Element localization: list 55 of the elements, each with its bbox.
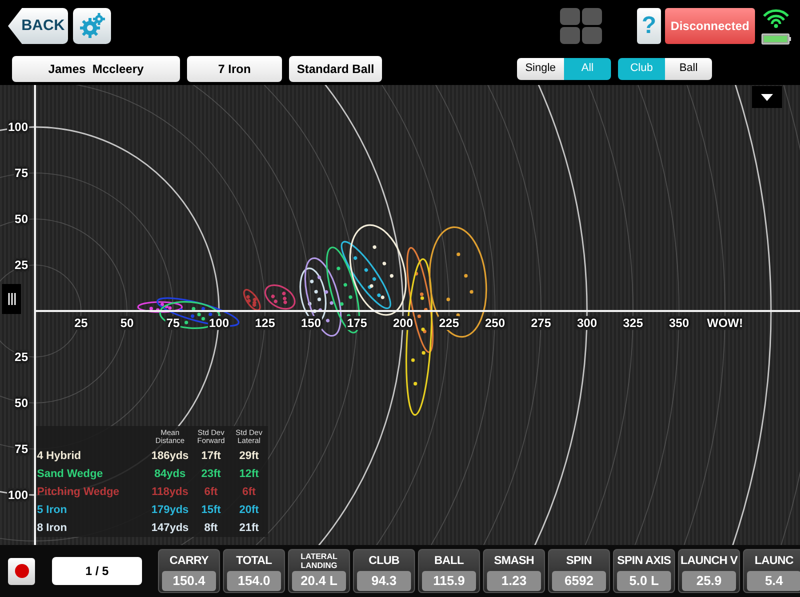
shot-counter: 1 / 5 [52,557,142,585]
table-cell-text: 147yds [150,520,190,536]
ball-selector[interactable]: Standard Ball [289,56,382,82]
table-cell-text: 17ft [200,448,222,464]
gears-icon [79,13,105,39]
toggle-option[interactable]: Single [517,58,564,80]
club-name: 5 Iron [36,502,68,518]
table-cell-text: 23ft [200,466,222,482]
record-button[interactable] [8,558,35,584]
player-selector[interactable]: James Mccleery [12,56,180,82]
table-cell-text: 8ft [203,520,219,536]
table-cell-text: 84yds [153,466,187,482]
metric-value: 6592 [552,571,606,591]
grip-icon [8,293,16,305]
club-name: Pitching Wedge [36,484,120,500]
back-button[interactable]: BACK [8,8,68,44]
caret-icon [761,94,773,100]
table-cell-text: 186yds [150,448,190,464]
club-name: 8 Iron [36,520,68,536]
metric-value: 154.0 [227,571,281,591]
metric-label: BALL [434,554,464,569]
table-cell-text: 6ft [203,484,219,500]
panel-handle[interactable] [2,284,21,314]
metric-label: LATERAL LANDING [300,552,338,571]
table-cell-text: 21ft [238,520,260,536]
club-name: Sand Wedge [36,466,104,482]
metric-value: 25.9 [682,571,736,591]
club-selector[interactable]: 7 Iron [187,56,282,82]
settings-button[interactable] [73,8,111,44]
metric-value: 5.0 L [617,571,671,591]
grid-view-icon[interactable] [560,8,602,44]
metric-value: 5.4 [747,571,800,591]
toggle-option[interactable]: Ball [665,58,712,80]
table-cell-text: 12ft [238,466,260,482]
metric-label: SPIN AXIS [617,554,671,569]
metric-label: CLUB [368,554,400,569]
table-cell-text: 29ft [238,448,260,464]
metric-value: 1.23 [487,571,541,591]
metric-label: SPIN [566,554,592,569]
table-cell-text: 15ft [200,502,222,518]
club-name: 4 Hybrid [36,448,82,464]
metric-label: SMASH [494,554,534,569]
metric-value: 150.4 [162,571,216,591]
metric-label: LAUNCH V [680,554,738,569]
metric-label: CARRY [170,554,208,569]
table-cell-text: 6ft [241,484,257,500]
metric-value: 115.9 [422,571,476,591]
metric-value: 94.3 [357,571,411,591]
table-cell-text: 118yds [150,484,190,500]
metric-label: TOTAL [236,554,272,569]
metric-value: 20.4 L [292,571,346,591]
table-cell-text: 179yds [150,502,190,518]
dropdown-button[interactable] [752,86,782,108]
metric-label: LAUNC [754,554,794,569]
table-cell-text: 20ft [238,502,260,518]
